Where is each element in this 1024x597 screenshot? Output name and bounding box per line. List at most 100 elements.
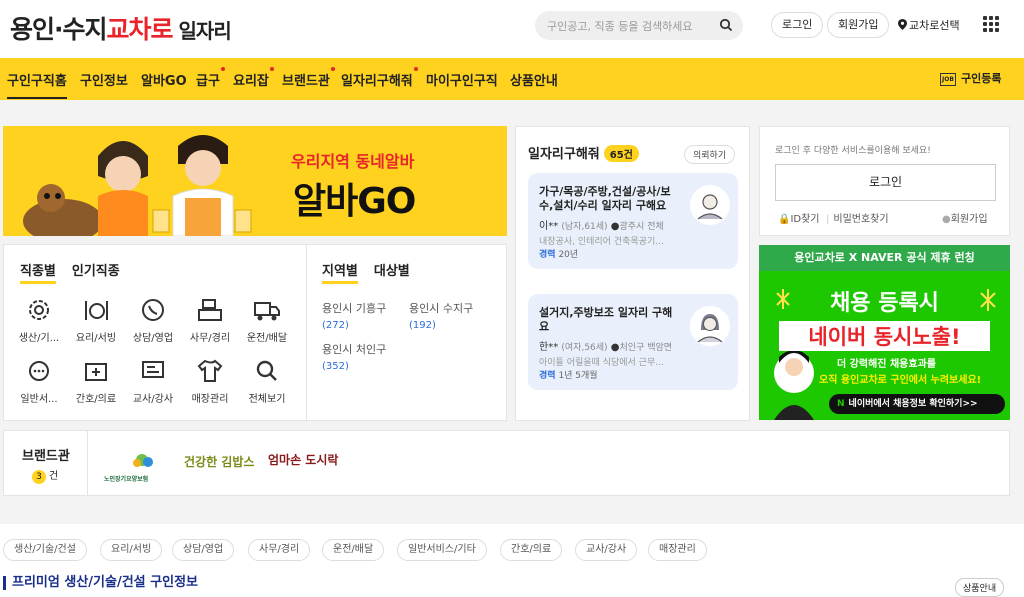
region-count: (272) [322,320,349,331]
nav-brand[interactable]: 브랜드관 [282,67,335,89]
category-cooking[interactable]: 요리/서빙 [70,297,122,344]
location-pin-icon: ● [610,342,620,353]
brand-count-unit: 건 [49,471,59,482]
nav-cook-job-label: 요리잡 [233,74,269,89]
category-delivery[interactable]: 운전/배달 [241,297,293,344]
exp-value: 1년 5개월 [558,371,598,381]
exp-label: 경력 [539,371,556,381]
category-label: 교사/강사 [132,394,174,405]
brand-logo-2[interactable]: 건강한 김밥스 [184,453,254,470]
category-label: 매장관리 [191,394,229,405]
search-placeholder: 구인공고, 직종 등을 검색하세요 [547,20,693,33]
job-request-title-text: 일자리구해줘 [528,147,600,162]
category-teacher[interactable]: 교사/강사 [127,358,179,405]
menu-grid-icon[interactable] [983,16,999,32]
login-button[interactable]: 로그인 [771,12,824,38]
nav-products[interactable]: 상품안내 [510,70,558,89]
job-request-card[interactable]: 설거지,주방보조 일자리 구해요 한** (여자,56세) ●처인구 백암면 아… [528,294,738,390]
logo-main: 용인·수지 [10,15,107,44]
person-name: 이** [539,221,559,232]
naver-banner-subheading: 네이버 동시노출! [779,321,990,351]
search-icon [256,360,277,381]
chip-general[interactable]: 일반서비스/기타 [397,539,487,561]
category-label: 사무/경리 [189,333,231,344]
product-info-button[interactable]: 상품안내 [955,578,1005,597]
naver-cta-button[interactable]: N 네이버에서 채용정보 확인하기>> [829,394,1005,414]
new-dot [220,67,225,71]
login-signup-link[interactable]: ●회원가입 [942,210,988,225]
region-name: 용인시 기흥구 [322,302,387,315]
brand-divider [87,431,88,495]
nav-job-info[interactable]: 구인정보 [80,70,128,89]
new-dot [269,67,274,71]
chip-cooking[interactable]: 요리/서빙 [100,539,163,561]
blackboard-icon [142,361,164,378]
nav-urgent[interactable]: 급구 [196,67,225,89]
region-suji[interactable]: 용인시 수지구 (192) [409,300,473,331]
job-register-button[interactable]: JOB 구인등록 [940,70,1001,86]
category-medical[interactable]: 간호/의료 [70,358,122,405]
category-tabs: 직종별 인기직종 [20,260,136,284]
naver-partnership-banner[interactable]: 용인교차로 X NAVER 공식 제휴 런칭 채용 등록시 네이버 동시노출! … [759,245,1010,420]
chip-medical[interactable]: 간호/의료 [500,539,563,561]
nav-my-jobs[interactable]: 마이구인구직 [426,70,498,89]
new-dot [330,67,335,71]
category-production[interactable]: 생산/기... [13,297,65,344]
exp-value: 20년 [558,250,579,260]
category-sales[interactable]: 상담/영업 [127,297,179,344]
search-input[interactable]: 구인공고, 직종 등을 검색하세요 [535,11,743,40]
category-general[interactable]: 일반서... [13,358,65,405]
exp-label: 경력 [539,250,556,260]
find-password-label: 비밀번호찾기 [833,214,889,225]
truck-icon [254,302,280,321]
category-label: 상담/영업 [132,333,174,344]
nav-home[interactable]: 구인구직홈 [7,70,67,99]
banner-headline: 우리지역 동네알바 [291,152,415,171]
login-signup-label: 회원가입 [950,214,988,225]
chip-production[interactable]: 생산/기술/건설 [3,539,87,561]
job-request-card-title: 가구/목공/주방,건설/공사/보수,설치/수리 일자리 구해요 [539,185,671,212]
nav-cook-job[interactable]: 요리잡 [233,67,274,89]
albago-banner[interactable]: 우리지역 동네알바 알바GO [3,126,507,236]
panel-divider [306,244,307,421]
login-panel-button[interactable]: 로그인 [775,164,996,201]
category-office[interactable]: 사무/경리 [184,297,236,344]
brand-emblem-icon [133,454,153,467]
brand-logo-3[interactable]: 엄마손 도시락 [268,451,338,468]
nav-albago[interactable]: 알바GO [141,70,187,89]
location-pin-icon: ● [610,221,620,232]
chip-sales[interactable]: 상담/영업 [172,539,235,561]
job-request-person: 이** (남자,61세) ●광주시 전체 [539,217,664,232]
tab-popular[interactable]: 인기직종 [72,264,120,279]
signup-button[interactable]: 회원가입 [827,12,890,38]
category-all[interactable]: 전체보기 [241,358,293,405]
chip-store[interactable]: 매장관리 [648,539,707,561]
region-cheoin[interactable]: 용인시 처인구 (352) [322,341,386,372]
job-request-exp: 경력 1년 5개월 [539,368,598,381]
category-store[interactable]: 매장관리 [184,358,236,405]
tab-by-target[interactable]: 대상별 [374,264,410,279]
region-select-button[interactable]: 교차로선택 [898,17,960,33]
main-nav: 구인구직홈 구인정보 알바GO 급구 요리잡 브랜드관 일자리구해줘 마이구인구… [0,58,1024,100]
region-count: (192) [409,320,436,331]
chip-delivery[interactable]: 운전/배달 [322,539,385,561]
new-dot [413,67,418,71]
naver-cta-label: 네이버에서 채용정보 확인하기>> [848,399,978,409]
job-request-card[interactable]: 가구/목공/주방,건설/공사/보수,설치/수리 일자리 구해요 이** (남자,… [528,173,738,269]
tab-by-region[interactable]: 지역별 [322,264,358,284]
request-button[interactable]: 의뢰하기 [684,145,736,164]
site-logo[interactable]: 용인·수지교차로 일자리 [10,10,232,46]
region-giheung[interactable]: 용인시 기흥구 (272) [322,300,386,331]
chip-teacher[interactable]: 교사/강사 [575,539,638,561]
chip-office[interactable]: 사무/경리 [248,539,311,561]
search-icon[interactable] [719,18,733,32]
find-password-link[interactable]: | 비밀번호찾기 [826,210,889,225]
category-label: 전체보기 [248,394,286,405]
banner-brand: 알바GO [293,181,416,222]
find-id-link[interactable]: 🔒ID찾기 [778,210,820,225]
brand-count-number: 3 [32,470,46,484]
tab-by-category[interactable]: 직종별 [20,264,56,284]
region-name: 용인시 수지구 [409,302,474,315]
nav-find-me-job[interactable]: 일자리구해줘 [341,67,418,89]
brand-logo-1[interactable]: 노인장기요양보험 [104,451,164,484]
